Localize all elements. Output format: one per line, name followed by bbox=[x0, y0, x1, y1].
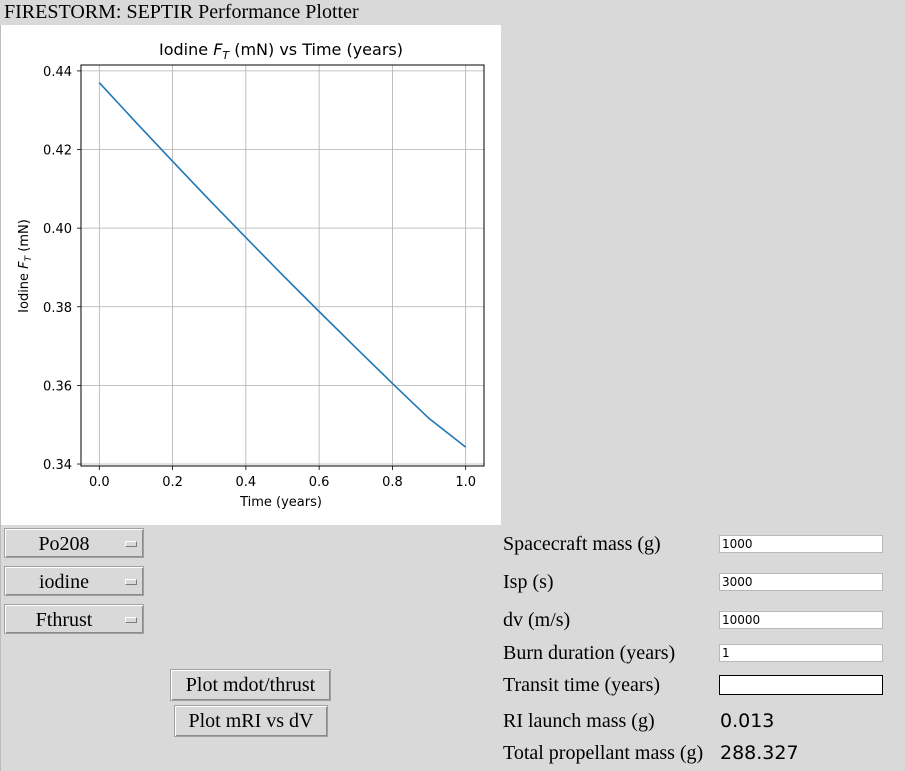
spacecraft-mass-label: Spacecraft mass (g) bbox=[503, 533, 661, 555]
option-menu-indicator-icon bbox=[125, 617, 137, 623]
x-tick-label: 0.0 bbox=[89, 475, 110, 490]
spacecraft-mass-field[interactable] bbox=[719, 535, 883, 553]
isp-label: Isp (s) bbox=[503, 571, 554, 593]
y-tick-label: 0.44 bbox=[43, 65, 72, 80]
chart-grid bbox=[81, 65, 484, 466]
window-title: FIRESTORM: SEPTIR Performance Plotter bbox=[4, 1, 359, 23]
ri-launch-mass-value: 0.013 bbox=[720, 710, 775, 732]
dv-field[interactable] bbox=[719, 611, 883, 629]
total-propellant-mass-label: Total propellant mass (g) bbox=[503, 742, 704, 764]
x-tick-label: 0.6 bbox=[309, 475, 330, 490]
y-tick-label: 0.42 bbox=[43, 144, 72, 159]
series-line bbox=[98, 82, 467, 448]
quantity-option-value: Fthrust bbox=[35, 609, 93, 631]
x-tick-label: 0.4 bbox=[236, 475, 257, 490]
y-tick-label: 0.36 bbox=[43, 379, 72, 394]
chart-series bbox=[98, 82, 467, 448]
isp-field[interactable] bbox=[719, 573, 883, 591]
option-menu-indicator-icon bbox=[125, 541, 137, 547]
burn-duration-field[interactable] bbox=[719, 644, 883, 662]
x-tick-label: 0.2 bbox=[162, 475, 183, 490]
quantity-option-menu[interactable]: Fthrust bbox=[4, 604, 144, 634]
total-propellant-mass-value: 288.327 bbox=[720, 742, 799, 764]
isotope-option-value: Po208 bbox=[38, 533, 90, 555]
isotope-option-menu[interactable]: Po208 bbox=[4, 528, 144, 558]
chart-title: Iodine FT (mN) vs Time (years) bbox=[159, 40, 403, 62]
plot-mdot-thrust-button[interactable]: Plot mdot/thrust bbox=[170, 669, 331, 701]
transit-time-field[interactable] bbox=[719, 675, 883, 695]
plot-mri-vs-dv-button[interactable]: Plot mRI vs dV bbox=[174, 705, 328, 737]
plot-canvas: Iodine FT (mN) vs Time (years) 0.0 0.2 0.4… bbox=[1, 25, 501, 525]
x-axis-label: Time (years) bbox=[239, 495, 322, 510]
x-tick-label: 1.0 bbox=[455, 475, 476, 490]
y-tick-label: 0.38 bbox=[43, 301, 72, 316]
transit-time-label: Transit time (years) bbox=[503, 674, 661, 696]
burn-duration-label: Burn duration (years) bbox=[503, 642, 676, 664]
y-tick-label: 0.34 bbox=[43, 458, 72, 473]
dv-label: dv (m/s) bbox=[503, 609, 571, 631]
y-axis-label: Iodine FT (mN) bbox=[17, 219, 34, 313]
x-tick-label: 0.8 bbox=[382, 475, 403, 490]
chart-ticks: 0.0 0.2 0.4 0.6 0.8 1.0 0.34 0.36 0.38 0.40 0.42 0.… bbox=[43, 65, 476, 490]
propellant-option-menu[interactable]: iodine bbox=[4, 566, 144, 596]
option-menu-indicator-icon bbox=[125, 579, 137, 585]
thrust-chart: Iodine FT (mN) vs Time (years) 0.0 0.2 0.4… bbox=[17, 40, 485, 510]
propellant-option-value: iodine bbox=[39, 571, 89, 593]
ri-launch-mass-label: RI launch mass (g) bbox=[503, 710, 655, 732]
y-tick-label: 0.40 bbox=[43, 222, 72, 237]
chart-axes-frame bbox=[80, 64, 485, 467]
